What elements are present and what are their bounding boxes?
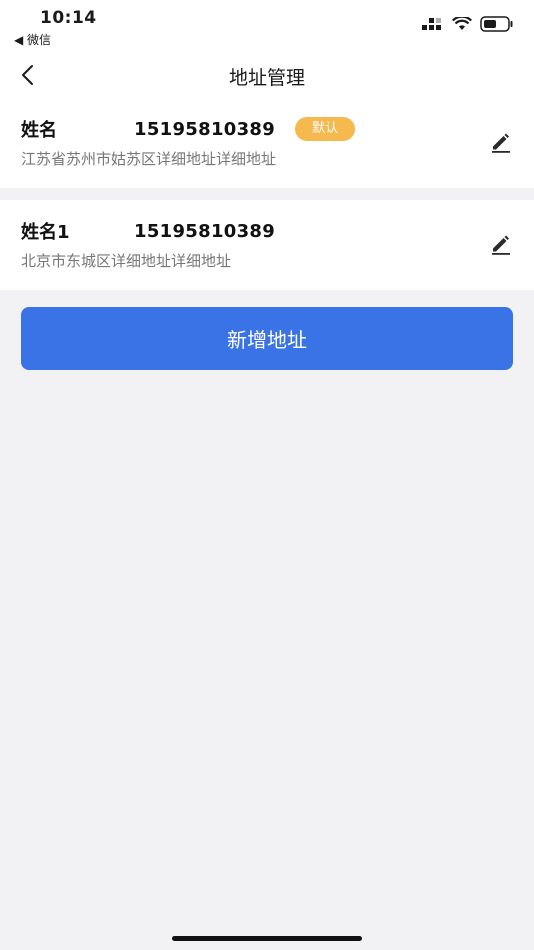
recipient-phone: 15195810389 (134, 220, 276, 242)
pencil-icon (492, 133, 510, 153)
nav-bar: 地址管理 (0, 52, 534, 98)
address-text: 江苏省苏州市姑苏区详细地址详细地址 (21, 150, 277, 168)
status-icons (422, 16, 514, 32)
address-header-row: 姓名1 15195810389 (21, 218, 275, 244)
add-address-button[interactable]: 新增地址 (21, 307, 513, 370)
edit-address-button[interactable] (490, 234, 512, 256)
pencil-icon (492, 235, 510, 255)
address-text: 北京市东城区详细地址详细地址 (21, 252, 232, 270)
edit-address-button[interactable] (490, 132, 512, 154)
address-card[interactable]: 姓名 15195810389 默认 江苏省苏州市姑苏区详细地址详细地址 (0, 98, 534, 188)
wifi-icon (452, 17, 472, 30)
recipient-name: 姓名 (21, 120, 57, 141)
back-to-app-link[interactable]: ◀ 微信 (14, 31, 51, 48)
status-time: 10:14 (40, 8, 97, 28)
signal-icon (422, 18, 441, 30)
address-header-row: 姓名 15195810389 默认 (21, 116, 356, 142)
status-bar: 10:14 ◀ 微信 (0, 0, 534, 52)
address-card[interactable]: 姓名1 15195810389 北京市东城区详细地址详细地址 (0, 200, 534, 290)
home-indicator[interactable] (172, 936, 362, 941)
recipient-name: 姓名1 (21, 222, 70, 243)
battery-icon (480, 16, 513, 32)
default-badge: 默认 (295, 117, 356, 141)
recipient-phone: 15195810389 (134, 118, 276, 140)
page-title: 地址管理 (228, 67, 305, 89)
